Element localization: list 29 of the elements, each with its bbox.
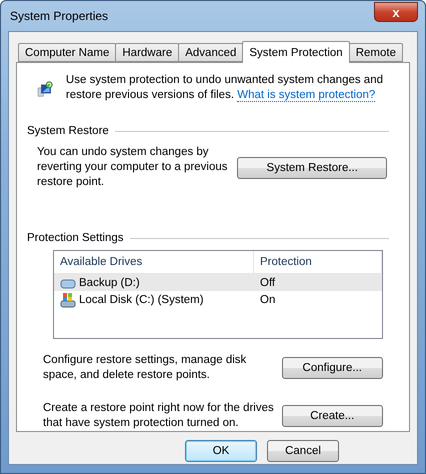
drive-name: Backup (D:) <box>79 276 140 288</box>
drive-row[interactable]: Backup (D:) Off <box>54 274 382 291</box>
column-header[interactable]: Available Drives <box>54 251 254 273</box>
protection-status: Off <box>260 276 276 288</box>
dialog-button[interactable]: Cancel <box>267 440 339 462</box>
action-button[interactable]: Create... <box>282 405 383 427</box>
help-link[interactable]: What is system protection? <box>237 89 376 102</box>
description-text: You can undo system changes by reverting your computer to a previous restore point. <box>37 145 228 190</box>
tab[interactable]: Computer Name <box>18 43 116 62</box>
system-drive-icon <box>60 292 76 308</box>
action-button[interactable]: Configure... <box>282 357 383 379</box>
drive-icon <box>60 276 76 288</box>
tab[interactable]: Hardware <box>115 43 180 62</box>
dialog-button[interactable]: OK <box>185 440 257 462</box>
tab[interactable]: Advanced <box>178 43 244 62</box>
close-button[interactable]: x <box>374 2 418 22</box>
window-title: System Properties <box>10 9 108 23</box>
column-header[interactable]: Protection <box>254 251 382 273</box>
group-heading: System Restore <box>27 125 109 137</box>
description-text: Configure restore settings, manage disk space, and delete restore points. <box>43 353 248 383</box>
system-restore-button[interactable]: System Restore... <box>237 156 387 178</box>
drive-name: Local Disk (C:) (System) <box>79 294 204 306</box>
drive-row[interactable]: Local Disk (C:) (System) On <box>54 291 382 308</box>
tab[interactable]: Remote <box>348 43 403 62</box>
tab[interactable]: System Protection <box>242 41 350 63</box>
description-text: Create a restore point right now for the drives that have system protection turned on. <box>43 401 275 431</box>
intro-text: Use system protection to undo unwanted system changes and restore previous versions of files. What is system protection? <box>66 73 384 103</box>
group-heading: Protection Settings <box>27 232 124 244</box>
protection-status: On <box>260 294 276 306</box>
